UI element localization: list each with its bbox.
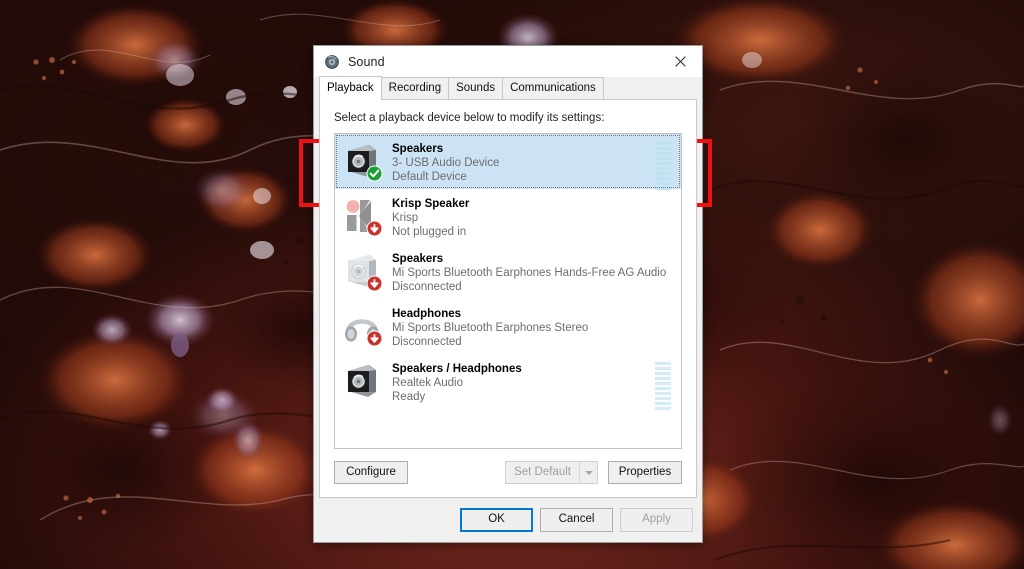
device-list-item-speakers-bluetooth[interactable]: Speakers Mi Sports Bluetooth Earphones H…	[335, 244, 681, 299]
tab-recording-label: Recording	[388, 82, 442, 94]
device-subtitle: Krisp	[392, 212, 419, 224]
tab-recording[interactable]: Recording	[380, 77, 450, 99]
red-down-arrow-badge	[366, 330, 383, 347]
device-name: Headphones	[392, 308, 462, 320]
speaker-box-icon	[342, 361, 382, 401]
chevron-down-icon[interactable]	[579, 461, 598, 484]
device-subtitle: 3- USB Audio Device	[392, 157, 500, 169]
apply-button-label: Apply	[642, 513, 671, 526]
properties-button-label: Properties	[618, 465, 672, 478]
device-status: Disconnected	[392, 336, 462, 348]
tab-playback[interactable]: Playback	[319, 76, 382, 100]
red-down-arrow-badge	[366, 220, 383, 237]
tab-sounds-label: Sounds	[456, 82, 496, 94]
ok-button[interactable]: OK	[460, 508, 533, 532]
device-status: Disconnected	[392, 281, 462, 293]
device-list-item-speakers-usb[interactable]: Speakers 3- USB Audio Device Default Dev…	[335, 134, 681, 190]
krisp-logo-icon	[342, 196, 383, 237]
tab-communications-label: Communications	[510, 82, 596, 94]
device-subtitle: Realtek Audio	[392, 377, 463, 389]
close-icon[interactable]	[658, 46, 702, 76]
properties-button[interactable]: Properties	[608, 461, 682, 484]
set-default-button[interactable]: Set Default	[505, 461, 579, 484]
dialog-titlebar: Sound	[314, 46, 702, 77]
device-name: Speakers / Headphones	[392, 363, 522, 375]
device-list-item-headphones-bluetooth[interactable]: Headphones Mi Sports Bluetooth Earphones…	[335, 299, 681, 354]
volume-meter	[655, 362, 671, 410]
dialog-title: Sound	[348, 54, 385, 69]
device-status: Not plugged in	[392, 226, 467, 238]
speaker-icon	[324, 54, 340, 70]
speaker-box-icon	[342, 141, 383, 182]
headphones-icon	[342, 306, 383, 347]
device-subtitle: Mi Sports Bluetooth Earphones Hands-Free…	[392, 267, 667, 279]
tab-sounds[interactable]: Sounds	[448, 77, 504, 99]
tab-communications[interactable]: Communications	[502, 77, 604, 99]
playback-device-list[interactable]: Speakers 3- USB Audio Device Default Dev…	[334, 133, 682, 449]
ok-button-label: OK	[488, 513, 505, 526]
device-name: Krisp Speaker	[392, 198, 470, 210]
device-action-buttons: Configure Set Default Properties	[320, 449, 696, 497]
tab-bar: Playback Recording Sounds Communications	[314, 76, 702, 100]
sound-dialog-window: Sound Playback Recording Sounds Communic…	[313, 45, 703, 543]
apply-button[interactable]: Apply	[620, 508, 693, 532]
device-list-item-krisp-speaker[interactable]: Krisp Speaker Krisp Not plugged in	[335, 189, 681, 244]
device-list-item-speakers-headphones-realtek[interactable]: Speakers / Headphones Realtek Audio Read…	[335, 354, 681, 410]
playback-hint-text: Select a playback device below to modify…	[334, 112, 605, 124]
device-name: Speakers	[392, 143, 444, 155]
configure-button[interactable]: Configure	[334, 461, 408, 484]
set-default-split-button[interactable]: Set Default	[505, 461, 598, 484]
device-subtitle: Mi Sports Bluetooth Earphones Stereo	[392, 322, 589, 334]
device-name: Speakers	[392, 253, 444, 265]
red-down-arrow-badge	[366, 275, 383, 292]
speaker-box-icon	[342, 251, 383, 292]
set-default-button-label: Set Default	[514, 465, 571, 478]
device-status: Default Device	[392, 171, 467, 183]
dialog-footer: OK Cancel Apply	[314, 498, 702, 542]
tab-playback-label: Playback	[327, 82, 374, 94]
cancel-button[interactable]: Cancel	[540, 508, 613, 532]
device-status: Ready	[392, 391, 426, 403]
cancel-button-label: Cancel	[558, 513, 595, 526]
playback-tab-page: Select a playback device below to modify…	[319, 99, 697, 498]
green-check-badge	[366, 165, 383, 182]
configure-button-label: Configure	[346, 465, 396, 478]
volume-meter	[655, 142, 671, 190]
